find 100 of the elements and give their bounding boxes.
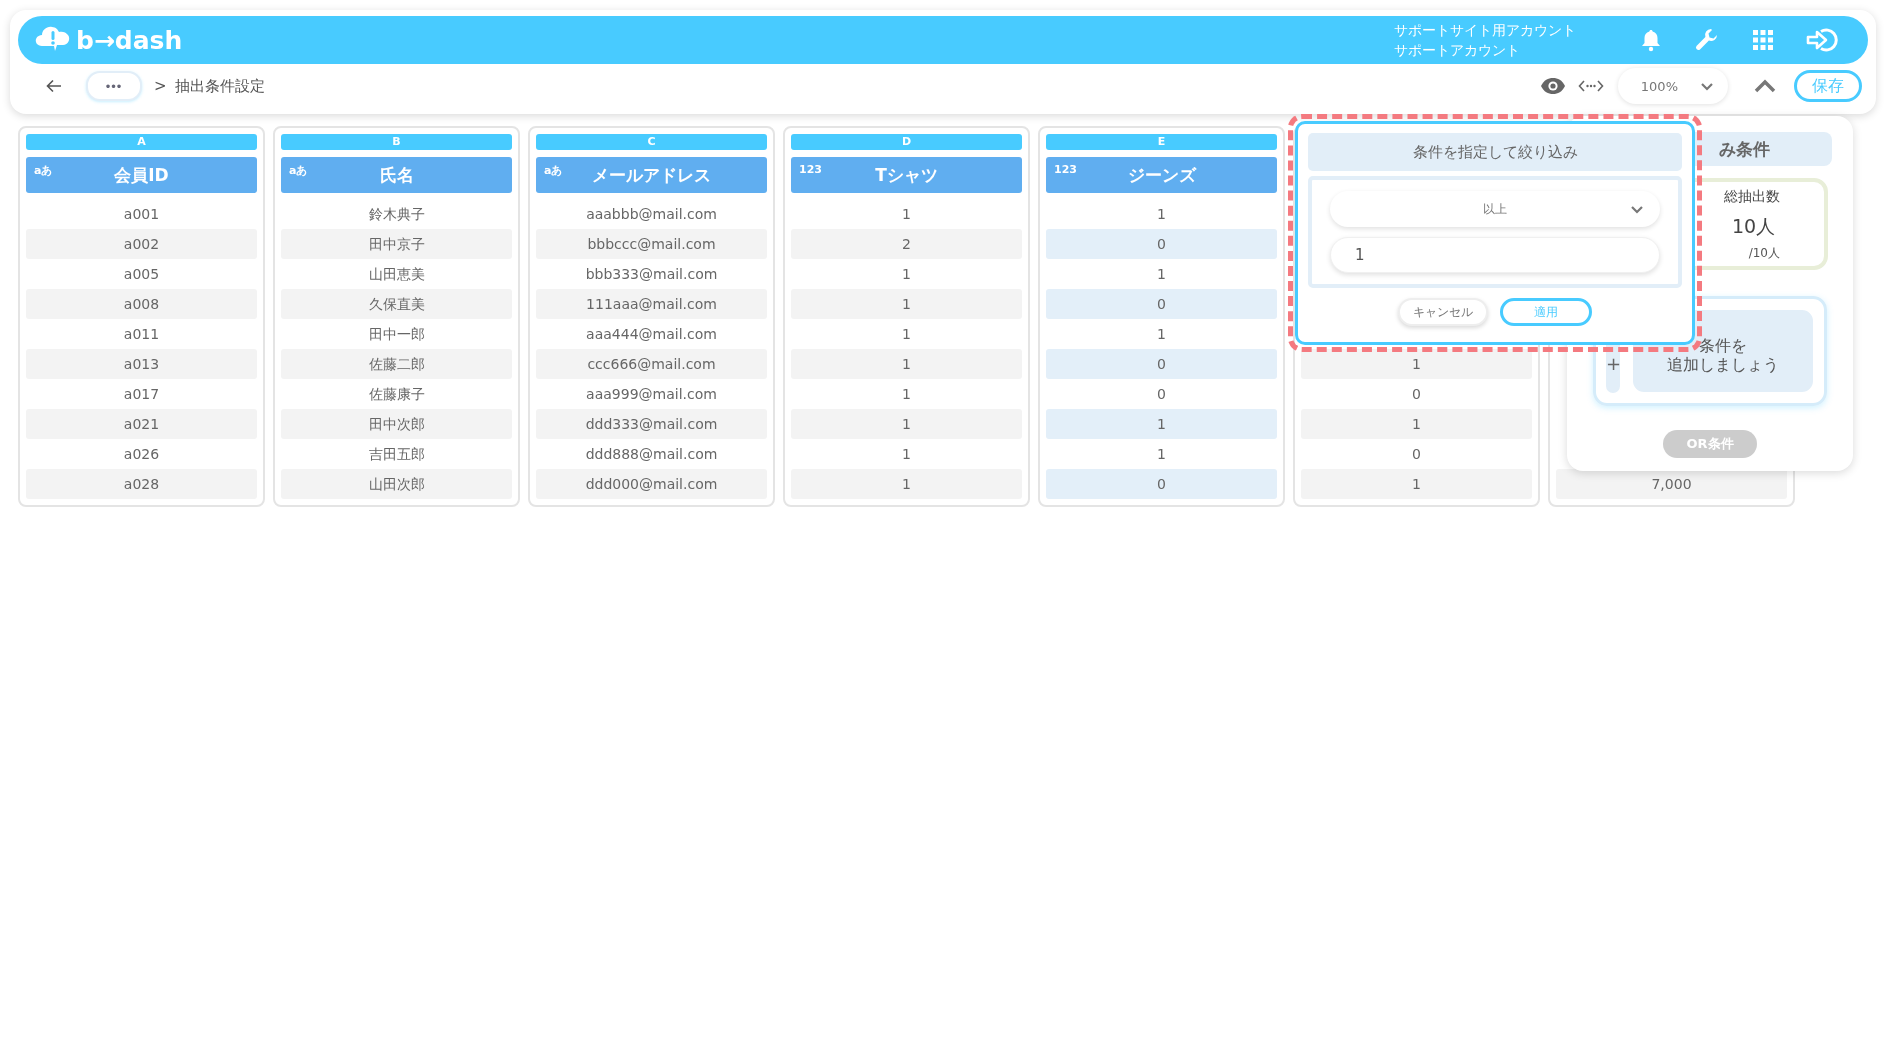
logo-text: b→dash: [76, 25, 183, 55]
column-header[interactable]: 123 ジーンズ: [1046, 157, 1277, 193]
column-letter: E: [1046, 134, 1277, 150]
column-name: Tシャツ: [875, 163, 938, 187]
table-cell-text: 吉田五郎: [367, 445, 426, 464]
value-input[interactable]: 1: [1330, 237, 1660, 273]
column-letter: A: [26, 134, 257, 150]
breadcrumb-current: 抽出条件設定: [174, 76, 265, 96]
table-cell-text: 1: [901, 385, 912, 404]
table-cell: 0: [1046, 289, 1277, 319]
apply-button[interactable]: 適用: [1500, 298, 1592, 326]
column-name: 氏名: [379, 163, 414, 187]
table-cell-text: 1: [901, 445, 912, 464]
total-count: 10人: [1732, 214, 1776, 239]
add-condition-text: 条件を: [1699, 336, 1747, 355]
table-cell-text: 田中一郎: [367, 325, 426, 344]
table-cell: 久保直美: [281, 289, 512, 319]
table-cell-text: 佐藤康子: [367, 385, 426, 404]
data-type-label: 123: [1054, 163, 1077, 176]
table-cell: 1: [791, 289, 1022, 319]
column-letter: C: [536, 134, 767, 150]
table-cell-text: aaa999@mail.com: [585, 385, 718, 404]
account-name[interactable]: サポートサイト用アカウント: [1394, 20, 1576, 40]
column-header[interactable]: 123 Tシャツ: [791, 157, 1022, 193]
data-type-label: aあ: [289, 163, 308, 178]
table-cell-text: 0: [1411, 385, 1422, 404]
table-cell: 1: [1301, 469, 1532, 499]
table-cell-text: 1: [901, 205, 912, 224]
column-header[interactable]: aあ メールアドレス: [536, 157, 767, 193]
preview-eye-icon[interactable]: [1540, 77, 1566, 95]
table-cell: bbbccc@mail.com: [536, 229, 767, 259]
breadcrumb-separator: >: [154, 77, 167, 95]
table-cell: 0: [1046, 349, 1277, 379]
table-cell-text: a017: [122, 385, 161, 404]
total-of: /10人: [1748, 245, 1780, 262]
table-cell: 山田次郎: [281, 469, 512, 499]
table-cell: 7,000: [1556, 469, 1787, 499]
table-cell: 1: [791, 409, 1022, 439]
chevron-down-icon: [1700, 81, 1714, 91]
chevron-down-icon: [1630, 205, 1644, 214]
column-letter: B: [281, 134, 512, 150]
table-cell-text: 山田恵美: [367, 265, 426, 284]
table-cell-text: bbb333@mail.com: [584, 265, 719, 284]
table-cell: 1: [1301, 349, 1532, 379]
popup-title: 条件を指定して絞り込み: [1308, 133, 1682, 171]
table-cell-text: 1: [1156, 325, 1167, 344]
table-cell-text: aaabbb@mail.com: [585, 205, 718, 224]
table-cell-text: 1: [901, 265, 912, 284]
table-cell: 1: [1301, 409, 1532, 439]
table-cell-text: 0: [1411, 445, 1422, 464]
column-header[interactable]: aあ 氏名: [281, 157, 512, 193]
table-cell: 1: [791, 349, 1022, 379]
table-cell: 佐藤二郎: [281, 349, 512, 379]
table-cell-text: 鈴木典子: [367, 205, 426, 224]
table-cell-text: 1: [1156, 265, 1167, 284]
table-cell: 田中京子: [281, 229, 512, 259]
back-arrow-icon[interactable]: [46, 79, 62, 93]
table-cell: a002: [26, 229, 257, 259]
column-letter: D: [791, 134, 1022, 150]
zoom-select[interactable]: 100%: [1618, 68, 1728, 104]
table-cell: 2: [791, 229, 1022, 259]
account-name[interactable]: サポートアカウント: [1394, 40, 1576, 60]
table-cell-text: a001: [122, 205, 161, 224]
more-button[interactable]: •••: [86, 71, 142, 101]
table-cell: a013: [26, 349, 257, 379]
total-label: 総抽出数: [1724, 188, 1780, 206]
table-cell-text: 1: [1156, 445, 1167, 464]
table-cell-text: a011: [122, 325, 161, 344]
table-cell-text: ddd888@mail.com: [584, 445, 719, 464]
save-button[interactable]: 保存: [1794, 70, 1862, 102]
table-cell: 田中次郎: [281, 409, 512, 439]
cancel-button[interactable]: キャンセル: [1398, 298, 1488, 326]
add-condition-text: 追加しましょう: [1667, 355, 1779, 374]
collapse-chevron-icon[interactable]: [1754, 79, 1776, 93]
column-name: ジーンズ: [1127, 163, 1196, 187]
table-cell-text: 1: [901, 325, 912, 344]
column-header[interactable]: aあ 会員ID: [26, 157, 257, 193]
column-name: メールアドレス: [592, 163, 711, 187]
table-cell: a021: [26, 409, 257, 439]
data-type-label: aあ: [544, 163, 563, 178]
table-cell: 1: [1046, 409, 1277, 439]
table-cell: a028: [26, 469, 257, 499]
table-cell-text: aaa444@mail.com: [585, 325, 718, 344]
column-name: 会員ID: [114, 163, 169, 187]
table-cell: 0: [1046, 229, 1277, 259]
table-cell-text: a026: [122, 445, 161, 464]
table-cell: a008: [26, 289, 257, 319]
table-cell: 1: [791, 469, 1022, 499]
data-type-label: 123: [799, 163, 822, 176]
table-cell: ddd000@mail.com: [536, 469, 767, 499]
table-cell: 111aaa@mail.com: [536, 289, 767, 319]
table-cell: 0: [1046, 469, 1277, 499]
table-cell-text: 1: [1156, 205, 1167, 224]
table-cell: ddd333@mail.com: [536, 409, 767, 439]
table-cell: ccc666@mail.com: [536, 349, 767, 379]
code-icon[interactable]: [1578, 79, 1604, 93]
table-cell-text: a005: [122, 265, 161, 284]
data-type-label: aあ: [34, 163, 53, 178]
operator-select[interactable]: 以上: [1330, 191, 1660, 227]
table-cell-text: 0: [1156, 385, 1167, 404]
